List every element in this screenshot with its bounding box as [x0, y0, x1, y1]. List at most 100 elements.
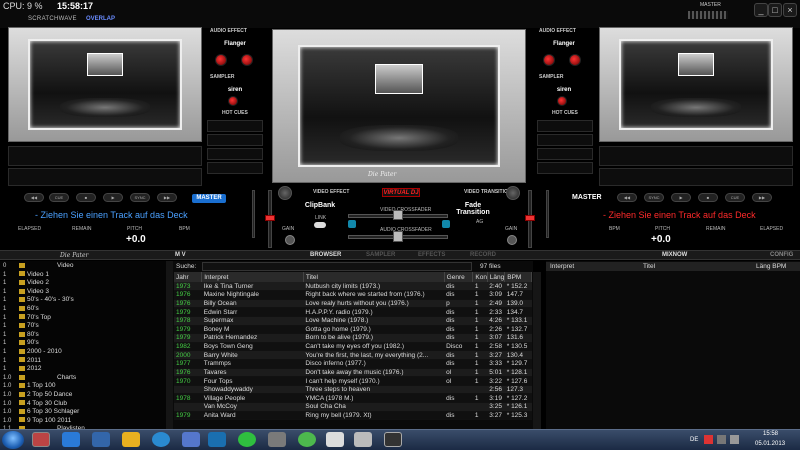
tray-network-icon[interactable] [717, 435, 726, 444]
paint-taskbar-icon[interactable] [122, 432, 140, 447]
virtualdj-taskbar-icon[interactable] [32, 432, 50, 447]
right-rewind-button[interactable]: ◀◀ [617, 193, 637, 202]
left-rewind-button[interactable]: ◀◀ [24, 193, 44, 202]
table-row[interactable]: 1978 Village People YMCA (1978 M.) dis 1 3:19… [174, 393, 532, 404]
left-pitch-fader[interactable] [252, 190, 255, 238]
right-effect-knob-2[interactable] [569, 54, 581, 66]
video-effect-knob[interactable] [278, 186, 292, 200]
skin-label-scratchwave[interactable]: SCRATCHWAVE [28, 16, 77, 22]
table-row[interactable]: 1976 Tavares Don't take away the music (19… [174, 368, 532, 378]
column-header[interactable]: Genre [444, 272, 474, 282]
right-hot-cue-1[interactable] [537, 120, 593, 132]
tree-item[interactable]: 1 70's Top [3, 314, 163, 323]
tree-item[interactable]: 1 2000 - 2010 [3, 348, 163, 357]
left-sync-button[interactable]: SYNC [130, 193, 150, 202]
column-header[interactable]: Kon [472, 272, 488, 282]
tree-item[interactable]: 1.0 4 Top 30 Club [3, 400, 163, 409]
left-forward-button[interactable]: ▶▶ [157, 193, 177, 202]
left-sampler-knob[interactable] [228, 96, 238, 106]
right-sync-button[interactable]: SYNC [644, 193, 664, 202]
left-play-button[interactable]: ▶ [103, 193, 123, 202]
table-row[interactable]: 1979 Anita Ward Ring my bell (1979. Xt) dis… [174, 411, 532, 421]
table-row[interactable]: 1976 Billy Ocean Love realy hurts without … [174, 299, 532, 309]
left-sampler-name[interactable]: siren [210, 87, 260, 93]
video-transition-knob[interactable] [506, 186, 520, 200]
table-row[interactable]: 1979 Patrick Hernandez Born to be alive (1… [174, 333, 532, 343]
right-effect-knob-1[interactable] [543, 54, 555, 66]
video-transition-name[interactable]: Fade Transition [448, 202, 498, 216]
tree-item[interactable]: 1 90's [3, 339, 163, 348]
left-gain-knob[interactable] [285, 235, 295, 245]
chrome-taskbar-icon[interactable] [298, 432, 316, 447]
table-row[interactable]: 1973 Ike & Tina Turner Nutbush city limits… [174, 282, 532, 292]
tree-item[interactable]: 1 60's [3, 305, 163, 314]
tree-item[interactable]: 1.0 1 Top 100 [3, 382, 163, 391]
table-row[interactable]: 1978 Supermax Love Machine (1978.) dis 1 4:26… [174, 316, 532, 326]
tree-item[interactable]: 1.0 2 Top 50 Dance [3, 391, 163, 400]
right-hot-cue-4[interactable] [537, 162, 593, 174]
right-master-label[interactable]: MASTER [572, 194, 602, 201]
browser-taskbar-icon[interactable] [152, 432, 170, 447]
folder-tree[interactable]: 0 Video 1 Video 1 1 Video 2 1 Video 3 1 50's - 40… [0, 261, 166, 429]
table-row[interactable]: Van McCoy Soul Cha Cha 3:25 * 126.1 [174, 402, 532, 412]
tree-scrollbar[interactable] [166, 261, 173, 429]
right-forward-button[interactable]: ▶▶ [752, 193, 772, 202]
left-effect-knob-1[interactable] [215, 54, 227, 66]
virtualdj-logo[interactable]: VIRTUAL DJ [382, 188, 420, 197]
right-hot-cue-3[interactable] [537, 148, 593, 160]
tree-item[interactable]: 1 2011 [3, 357, 163, 366]
tray-volume-icon[interactable] [730, 435, 739, 444]
link-toggle[interactable] [314, 222, 326, 228]
tree-item[interactable]: 1 2012 [3, 365, 163, 374]
column-header[interactable]: Titel [303, 272, 445, 282]
right-play-button[interactable]: ▶ [671, 193, 691, 202]
table-row[interactable]: 1976 Maxine Nightingale Right back where w… [174, 290, 532, 300]
tab-record[interactable]: RECORD [470, 252, 496, 258]
tray-alert-icon[interactable] [704, 435, 713, 444]
track-table[interactable]: Jahr Interpret Titel Genre Kon Läng BPM 1973 Ik… [174, 272, 532, 421]
tab-effects[interactable]: EFFECTS [418, 252, 445, 258]
tab-browser[interactable]: BROWSER [310, 252, 341, 258]
tree-item[interactable]: 1.0 Charts [3, 374, 163, 383]
taskbar-date[interactable]: 05.01.2013 [755, 441, 785, 447]
tab-sampler[interactable]: SAMPLER [366, 252, 395, 258]
right-volume-fader[interactable] [525, 190, 535, 248]
add-taskbar-icon[interactable] [238, 432, 256, 447]
right-sampler-name[interactable]: siren [539, 87, 589, 93]
left-effect-name[interactable]: Flanger [210, 41, 260, 47]
tool-taskbar-icon[interactable] [268, 432, 286, 447]
tree-item[interactable]: 1 50's - 40's - 30's [3, 296, 163, 305]
right-cue-button[interactable]: CUE [725, 193, 745, 202]
right-effect-name[interactable]: Flanger [539, 41, 589, 47]
taskbar-time[interactable]: 15:58 [763, 431, 778, 437]
music-taskbar-icon[interactable] [208, 432, 226, 447]
left-volume-fader[interactable] [265, 190, 275, 248]
maximize-button[interactable]: □ [768, 3, 782, 17]
mix-col-interpret[interactable]: Interpret [550, 263, 574, 270]
mail-taskbar-icon[interactable] [326, 432, 344, 447]
left-cue-button[interactable]: CUE [49, 193, 69, 202]
tree-item[interactable]: 1.0 6 Top 30 Schlager [3, 408, 163, 417]
right-sampler-knob[interactable] [557, 96, 567, 106]
column-header[interactable]: Jahr [174, 272, 203, 282]
column-header[interactable]: Interpret [201, 272, 304, 282]
right-hot-cue-2[interactable] [537, 134, 593, 146]
tab-config[interactable]: CONFIG [770, 252, 793, 258]
audio-crossfader-handle[interactable] [393, 231, 403, 242]
video-effect-name[interactable]: ClipBank [300, 202, 340, 209]
tree-item[interactable]: 1 Video 3 [3, 288, 163, 297]
mix-col-length-bpm[interactable]: Läng BPM [756, 263, 786, 270]
left-master-button[interactable]: MASTER [192, 194, 226, 203]
skin-label-overlap[interactable]: OVERLAP [86, 16, 115, 22]
library-scrollbar[interactable] [533, 272, 541, 429]
left-effect-knob-2[interactable] [241, 54, 253, 66]
table-row[interactable]: 1977 Trammps Disco inferno (1977.) dis 1 3:33… [174, 359, 532, 369]
folder-taskbar-icon[interactable] [354, 432, 372, 447]
start-button[interactable] [2, 431, 24, 449]
master-volume-slider[interactable] [688, 11, 728, 19]
app-taskbar-icon[interactable] [182, 432, 200, 447]
ie-taskbar-icon[interactable] [62, 432, 80, 447]
left-hot-cue-2[interactable] [207, 134, 263, 146]
tree-item[interactable]: 1 Video 2 [3, 279, 163, 288]
column-header[interactable]: Läng [487, 272, 506, 282]
